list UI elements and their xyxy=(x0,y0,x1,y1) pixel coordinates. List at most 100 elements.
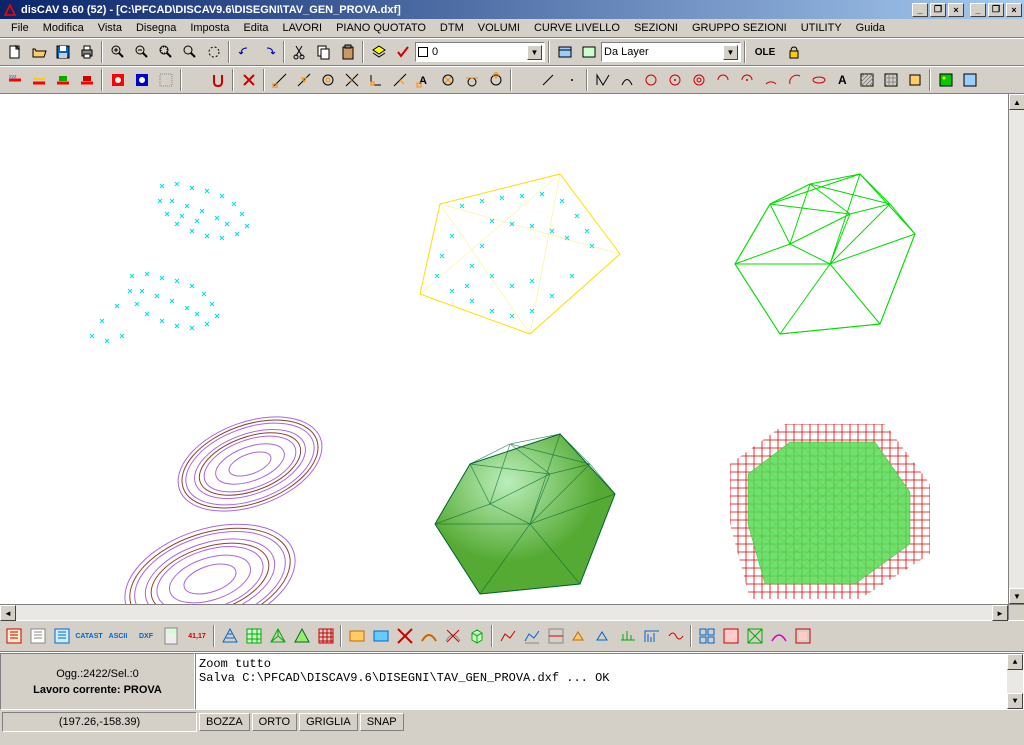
btool-sec1-icon[interactable] xyxy=(496,625,519,647)
btool-sec8-icon[interactable] xyxy=(664,625,687,647)
menu-lavori[interactable]: LAVORI xyxy=(276,20,330,36)
dxf-button[interactable]: DXF xyxy=(133,625,159,647)
close-button[interactable]: × xyxy=(1006,3,1022,17)
zoom-out-icon[interactable] xyxy=(130,41,153,63)
btool-sec6-icon[interactable] xyxy=(616,625,639,647)
hatch2-icon[interactable] xyxy=(879,69,902,91)
menu-gruppo[interactable]: GRUPPO SEZIONI xyxy=(685,20,794,36)
scroll-down-icon[interactable]: ▼ xyxy=(1009,588,1024,604)
btool-tri-icon[interactable] xyxy=(218,625,241,647)
btool-mesh-icon[interactable] xyxy=(242,625,265,647)
dropdown-arrow-icon[interactable]: ▼ xyxy=(723,45,738,60)
mode-orto[interactable]: ORTO xyxy=(252,713,297,731)
layer-props2-icon[interactable] xyxy=(577,41,600,63)
menu-dtm[interactable]: DTM xyxy=(433,20,471,36)
snap-perp-icon[interactable] xyxy=(364,69,387,91)
btool-g1-icon[interactable] xyxy=(695,625,718,647)
snap-end-icon[interactable] xyxy=(268,69,291,91)
btool-g3-icon[interactable] xyxy=(743,625,766,647)
scroll-up-icon[interactable]: ▲ xyxy=(1009,94,1024,110)
btool-sec3-icon[interactable] xyxy=(544,625,567,647)
snap-ins-icon[interactable]: A xyxy=(412,69,435,91)
zoom-all-icon[interactable] xyxy=(178,41,201,63)
draw-circle-icon[interactable] xyxy=(639,69,662,91)
menu-curve[interactable]: CURVE LIVELLO xyxy=(527,20,627,36)
snap-int-icon[interactable]: × xyxy=(340,69,363,91)
undo-icon[interactable] xyxy=(233,41,256,63)
scroll-down-icon[interactable]: ▼ xyxy=(1007,693,1023,709)
log-scrollbar[interactable]: ▲ ▼ xyxy=(1007,654,1023,709)
drawing-canvas[interactable] xyxy=(0,94,1008,604)
btool-sec5-icon[interactable] xyxy=(592,625,615,647)
lock-icon[interactable] xyxy=(782,41,805,63)
mode-snap[interactable]: SNAP xyxy=(360,713,404,731)
menu-guida[interactable]: Guida xyxy=(849,20,892,36)
btool-xcurve-icon[interactable] xyxy=(441,625,464,647)
paste-icon[interactable] xyxy=(336,41,359,63)
snap-near-icon[interactable] xyxy=(388,69,411,91)
mdi-close-button[interactable]: × xyxy=(948,3,964,17)
snap-x-icon[interactable] xyxy=(237,69,260,91)
draw-ellipse-icon[interactable] xyxy=(807,69,830,91)
draw-arc5-icon[interactable] xyxy=(783,69,806,91)
save-icon[interactable] xyxy=(51,41,74,63)
menu-disegna[interactable]: Disegna xyxy=(129,20,183,36)
hatch-icon[interactable] xyxy=(855,69,878,91)
vertical-scrollbar[interactable]: ▲ ▼ xyxy=(1008,94,1024,604)
btool-grid-icon[interactable] xyxy=(314,625,337,647)
snap-center-icon[interactable] xyxy=(316,69,339,91)
scroll-up-icon[interactable]: ▲ xyxy=(1007,654,1023,670)
btool-xvol-icon[interactable] xyxy=(393,625,416,647)
linetype-combo[interactable]: Da Layer ▼ xyxy=(601,42,741,62)
btool-curve-icon[interactable] xyxy=(417,625,440,647)
draw-arc3-icon[interactable] xyxy=(735,69,758,91)
pan-icon[interactable] xyxy=(202,41,225,63)
tool-red3-icon[interactable] xyxy=(51,69,74,91)
btool-g2-icon[interactable] xyxy=(719,625,742,647)
ole-button[interactable]: OLE xyxy=(749,41,781,63)
zoom-in-icon[interactable] xyxy=(106,41,129,63)
draw-polyline-icon[interactable] xyxy=(591,69,614,91)
menu-modifica[interactable]: Modifica xyxy=(36,20,91,36)
image-icon[interactable] xyxy=(934,69,957,91)
mode-griglia[interactable]: GRIGLIA xyxy=(299,713,358,731)
scroll-track[interactable] xyxy=(1009,110,1024,588)
draw-point-icon[interactable] xyxy=(560,69,583,91)
menu-utility[interactable]: UTILITY xyxy=(794,20,849,36)
btool-g5-icon[interactable] xyxy=(791,625,814,647)
tool-red1-icon[interactable]: xyz xyxy=(3,69,26,91)
btool-3d-icon[interactable] xyxy=(465,625,488,647)
draw-arc4-icon[interactable] xyxy=(759,69,782,91)
catast-button[interactable]: CATAST xyxy=(75,625,103,647)
btool-sec2-icon[interactable] xyxy=(520,625,543,647)
print-icon[interactable] xyxy=(75,41,98,63)
btool-sec4-icon[interactable] xyxy=(568,625,591,647)
redo-icon[interactable] xyxy=(257,41,280,63)
layer-props-icon[interactable] xyxy=(553,41,576,63)
draw-arc-icon[interactable] xyxy=(615,69,638,91)
btool-vol1-icon[interactable] xyxy=(345,625,368,647)
block-icon[interactable] xyxy=(903,69,926,91)
mode-bozza[interactable]: BOZZA xyxy=(199,713,250,731)
btool2-icon[interactable] xyxy=(27,625,50,647)
menu-imposta[interactable]: Imposta xyxy=(183,20,236,36)
menu-edita[interactable]: Edita xyxy=(236,20,275,36)
menu-volumi[interactable]: VOLUMI xyxy=(471,20,527,36)
btool-vol2-icon[interactable] xyxy=(369,625,392,647)
draw-arc2-icon[interactable] xyxy=(711,69,734,91)
btool1-icon[interactable] xyxy=(3,625,26,647)
new-icon[interactable] xyxy=(3,41,26,63)
draw-donut-icon[interactable] xyxy=(687,69,710,91)
menu-vista[interactable]: Vista xyxy=(91,20,129,36)
flag-red-icon[interactable] xyxy=(106,69,129,91)
snap-tan-icon[interactable] xyxy=(460,69,483,91)
horizontal-scrollbar[interactable]: ◄ ► xyxy=(0,604,1024,620)
snap-quad-icon[interactable] xyxy=(484,69,507,91)
open-icon[interactable] xyxy=(27,41,50,63)
menu-piano[interactable]: PIANO QUOTATO xyxy=(329,20,433,36)
btool-sec7-icon[interactable] xyxy=(640,625,663,647)
scroll-track[interactable] xyxy=(16,605,992,620)
magnet-icon[interactable] xyxy=(206,69,229,91)
menu-file[interactable]: File xyxy=(4,20,36,36)
copy-icon[interactable] xyxy=(312,41,335,63)
